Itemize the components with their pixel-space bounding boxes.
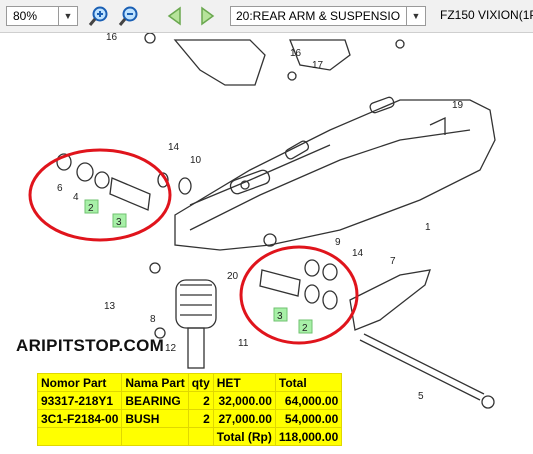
chevron-down-icon[interactable]: ▼ bbox=[58, 7, 77, 25]
total-value: 118,000.00 bbox=[274, 427, 343, 446]
callout-3-left: 3 bbox=[116, 217, 122, 228]
callout-13: 13 bbox=[104, 301, 116, 312]
forward-arrow-icon[interactable] bbox=[196, 5, 218, 27]
watermark-text: ARIPITSTOP.COM bbox=[16, 336, 165, 355]
callout-16b: 16 bbox=[290, 48, 302, 59]
total-label: Total (Rp) bbox=[212, 427, 276, 446]
table-total-row: Total (Rp) 118,000.00 bbox=[36, 427, 343, 446]
table-row: 3C1-F2184-00 BUSH 2 27,000.00 54,000.00 bbox=[36, 409, 343, 428]
callout-5: 5 bbox=[418, 391, 424, 402]
model-title: FZ150 VIXION(1P bbox=[440, 8, 533, 22]
callout-11: 11 bbox=[238, 338, 249, 349]
col-header-part-no: Nomor Part bbox=[36, 373, 123, 392]
callout-14a: 14 bbox=[168, 142, 180, 153]
callout-19: 19 bbox=[452, 100, 464, 111]
col-header-qty: qty bbox=[187, 373, 214, 392]
callout-2-left: 2 bbox=[88, 203, 94, 214]
callout-6: 6 bbox=[57, 183, 63, 194]
callout-17: 17 bbox=[312, 60, 324, 71]
part-name: BEARING bbox=[121, 391, 189, 410]
callout-20: 20 bbox=[227, 271, 239, 282]
callout-12: 12 bbox=[165, 343, 177, 354]
col-header-part-name: Nama Part bbox=[121, 373, 189, 392]
col-header-total: Total bbox=[274, 373, 343, 392]
part-total: 64,000.00 bbox=[274, 391, 343, 410]
col-header-het: HET bbox=[212, 373, 276, 392]
chevron-down-icon[interactable]: ▼ bbox=[406, 7, 425, 25]
part-qty: 2 bbox=[187, 391, 214, 410]
callout-1: 1 bbox=[425, 222, 431, 233]
callout-7: 7 bbox=[390, 256, 396, 267]
callout-14b: 14 bbox=[352, 248, 364, 259]
callout-16a: 16 bbox=[106, 33, 118, 43]
table-header-row: Nomor Part Nama Part qty HET Total bbox=[36, 373, 343, 392]
highlight-circle-left bbox=[28, 148, 172, 242]
sheet-select-value: 20:REAR ARM & SUSPENSIO bbox=[236, 9, 401, 23]
callout-8: 8 bbox=[150, 314, 156, 325]
part-no: 3C1-F2184-00 bbox=[36, 409, 123, 428]
zoom-in-icon[interactable] bbox=[88, 5, 110, 27]
part-name: BUSH bbox=[121, 409, 189, 428]
part-qty: 2 bbox=[187, 409, 214, 428]
callout-2-right: 2 bbox=[302, 323, 308, 334]
part-het: 32,000.00 bbox=[212, 391, 276, 410]
zoom-select[interactable]: 80% ▼ bbox=[6, 6, 78, 26]
zoom-out-icon[interactable] bbox=[118, 5, 140, 27]
part-total: 54,000.00 bbox=[274, 409, 343, 428]
callout-10: 10 bbox=[190, 155, 202, 166]
callout-3-right: 3 bbox=[277, 311, 283, 322]
table-row: 93317-218Y1 BEARING 2 32,000.00 64,000.0… bbox=[36, 391, 343, 410]
part-het: 27,000.00 bbox=[212, 409, 276, 428]
parts-price-table: Nomor Part Nama Part qty HET Total 93317… bbox=[36, 373, 343, 446]
back-arrow-icon[interactable] bbox=[164, 5, 186, 27]
part-no: 93317-218Y1 bbox=[36, 391, 123, 410]
viewer-toolbar: 80% ▼ 20:REAR ARM & SUSPENSIO ▼ FZ150 VI… bbox=[0, 0, 533, 33]
callout-9: 9 bbox=[335, 237, 341, 248]
zoom-value: 80% bbox=[13, 9, 38, 23]
callout-4: 4 bbox=[73, 192, 79, 203]
sheet-select[interactable]: 20:REAR ARM & SUSPENSIO ▼ bbox=[230, 6, 426, 26]
